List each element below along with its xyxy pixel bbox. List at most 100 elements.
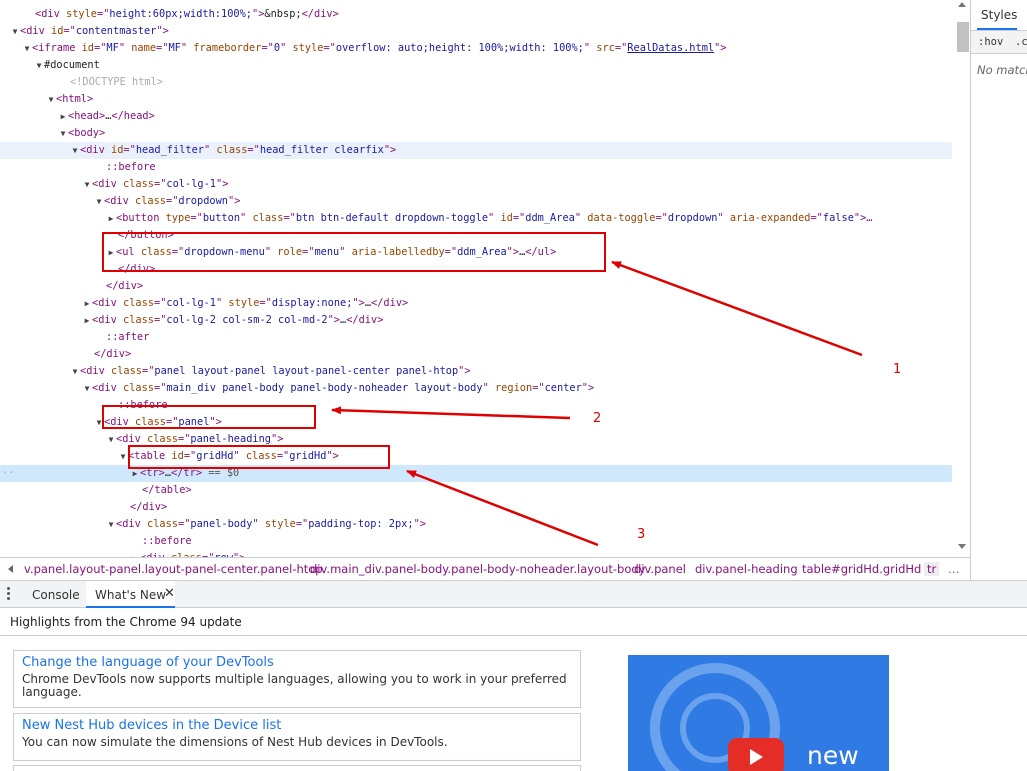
dom-node-row[interactable]: ▼ <body> xyxy=(0,125,952,142)
expand-down-icon[interactable]: ▼ xyxy=(10,23,20,40)
dom-node-row[interactable]: ▶ <div class="col-lg-2 col-sm-2 col-md-2"… xyxy=(0,312,952,329)
styles-pane: Styles :hov .c No match xyxy=(957,0,1027,580)
dom-node-row[interactable]: ::after xyxy=(0,329,952,346)
cls-toggle[interactable]: .c xyxy=(1015,36,1027,48)
scroll-down-arrow-icon[interactable] xyxy=(958,544,966,549)
breadcrumb-item[interactable]: tr xyxy=(924,562,940,576)
dom-node-row[interactable]: </div> xyxy=(0,346,952,363)
dom-node-row[interactable]: ▼ <div class="panel"> xyxy=(0,414,952,431)
card-title[interactable]: New Nest Hub devices in the Device list xyxy=(22,717,572,734)
expand-down-icon[interactable]: ▼ xyxy=(106,431,116,448)
expand-down-icon[interactable]: ▼ xyxy=(46,91,56,108)
dom-node-row[interactable]: </div> xyxy=(0,278,952,295)
node-token-link[interactable]: RealDatas.html xyxy=(627,42,714,54)
expand-down-icon[interactable]: ▼ xyxy=(22,40,32,57)
tab-styles[interactable]: Styles xyxy=(971,0,1027,30)
whats-new-video-thumbnail[interactable]: new xyxy=(628,655,889,771)
node-token-an: class xyxy=(245,450,277,462)
node-token-tag: =" xyxy=(259,297,272,309)
expand-right-icon[interactable]: ▶ xyxy=(130,465,140,482)
node-token-tag: =" xyxy=(532,382,545,394)
scroll-up-arrow-icon[interactable] xyxy=(958,2,966,7)
whats-new-card-language[interactable]: Change the language of your DevTools Chr… xyxy=(13,650,581,708)
expand-right-icon[interactable]: ▶ xyxy=(130,550,140,557)
expand-right-icon[interactable]: ▶ xyxy=(106,210,116,227)
node-token-av: dropdown xyxy=(667,212,718,224)
hov-toggle[interactable]: :hov xyxy=(978,36,1003,48)
dom-node-row[interactable]: ▼ <div class="col-lg-1"> xyxy=(0,176,952,193)
expand-down-icon[interactable]: ▼ xyxy=(106,516,116,533)
node-token-tag: <div xyxy=(92,382,123,394)
dom-node-row[interactable]: ▼ <div class="panel layout-panel layout-p… xyxy=(0,363,952,380)
expand-right-icon[interactable]: ▶ xyxy=(106,244,116,261)
breadcrumb-more-button[interactable]: … xyxy=(948,562,960,576)
dom-node-row[interactable]: </button> xyxy=(0,227,952,244)
elements-scrollbar[interactable] xyxy=(955,0,969,557)
whats-new-card-next[interactable] xyxy=(13,765,581,771)
expand-down-icon[interactable]: ▼ xyxy=(70,142,80,159)
dom-node-row[interactable]: ▶ <div class="col-lg-1" style="display:no… xyxy=(0,295,952,312)
node-token-an: id xyxy=(111,144,124,156)
dom-node-row[interactable]: ▶<div class="row"> xyxy=(0,550,952,557)
node-token-an: style xyxy=(264,518,296,530)
dom-node-row[interactable]: </table> xyxy=(0,482,952,499)
node-token-tag: "> xyxy=(216,178,229,190)
elements-scroll-thumb[interactable] xyxy=(957,22,969,52)
expand-right-icon[interactable]: ▶ xyxy=(82,312,92,329)
node-token-an: style xyxy=(228,297,260,309)
whats-new-card-nest-hub[interactable]: New Nest Hub devices in the Device list … xyxy=(13,713,581,761)
breadcrumb-item[interactable]: div.main_div.panel-body.panel-body-nohea… xyxy=(310,562,645,576)
dom-node-row[interactable]: ▼ <table id="gridHd" class="gridHd"> xyxy=(0,448,952,465)
breadcrumb-item[interactable]: div.panel-heading xyxy=(695,562,798,576)
tab-console[interactable]: Console xyxy=(32,588,80,602)
dom-node-row[interactable]: <div style="height:60px;width:100%;">&nb… xyxy=(0,6,952,23)
dom-node-row[interactable]: </div> xyxy=(0,499,952,516)
dom-node-row[interactable]: ▼ <div class="main_div panel-body panel-b… xyxy=(0,380,952,397)
node-token-tag: =" xyxy=(123,144,136,156)
breadcrumb-item[interactable]: div.panel xyxy=(634,562,686,576)
dom-node-row[interactable]: ▶ <head>…</head> xyxy=(0,108,952,125)
tab-whats-new[interactable]: What's New xyxy=(86,581,176,608)
expand-down-icon[interactable]: ▼ xyxy=(94,414,104,431)
breadcrumb-item[interactable]: table#gridHd.gridHd xyxy=(802,562,921,576)
dom-node-row[interactable]: ·· ▶ <tr>…</tr> == $0 xyxy=(0,465,952,482)
dom-node-row[interactable]: ▼ <div id="head_filter" class="head_filte… xyxy=(0,142,952,159)
drawer-menu-icon[interactable] xyxy=(6,587,10,601)
drawer-scrollbar[interactable] xyxy=(1013,637,1027,771)
dom-node-row[interactable]: ▼ <div class="panel-heading"> xyxy=(0,431,952,448)
expand-down-icon[interactable]: ▼ xyxy=(94,193,104,210)
node-token-an: id xyxy=(500,212,513,224)
dom-node-row[interactable]: </div> xyxy=(0,261,952,278)
breadcrumb-item[interactable]: v.panel.layout-panel.layout-panel-center… xyxy=(24,562,323,576)
expand-down-icon[interactable]: ▼ xyxy=(70,363,80,380)
dom-node-row[interactable]: ::before xyxy=(0,533,952,550)
dom-node-row[interactable]: ▼ <div class="panel-body" style="padding-… xyxy=(0,516,952,533)
dom-node-row[interactable]: ▼ <html> xyxy=(0,91,952,108)
dom-node-row[interactable]: ▼ <div class="dropdown"> xyxy=(0,193,952,210)
dom-node-row[interactable]: <!DOCTYPE html> xyxy=(0,74,952,91)
node-token-tag: =" xyxy=(302,246,315,258)
elements-tree[interactable]: <div style="height:60px;width:100%;">&nb… xyxy=(0,0,955,557)
expand-down-icon[interactable]: ▼ xyxy=(58,125,68,142)
dom-node-row[interactable]: ::before xyxy=(0,397,952,414)
node-actions-icon[interactable]: ·· xyxy=(2,465,14,482)
node-token-tag: <div xyxy=(92,178,123,190)
node-token-an: data-toggle xyxy=(587,212,656,224)
expand-down-icon[interactable]: ▼ xyxy=(34,57,44,74)
dom-node-row[interactable]: ▼ <iframe id="MF" name="MF" frameborder="… xyxy=(0,40,952,57)
card-title[interactable]: Change the language of your DevTools xyxy=(22,654,572,671)
node-token-comment: <!DOCTYPE html> xyxy=(70,76,163,88)
expand-right-icon[interactable]: ▶ xyxy=(58,108,68,125)
dom-node-row[interactable]: ▼ <div id="contentmaster"> xyxy=(0,23,952,40)
expand-right-icon[interactable]: ▶ xyxy=(82,295,92,312)
expand-down-icon[interactable]: ▼ xyxy=(82,380,92,397)
expand-down-icon[interactable]: ▼ xyxy=(82,176,92,193)
dom-node-row[interactable]: ▼ #document xyxy=(0,57,952,74)
close-icon[interactable]: ✕ xyxy=(164,586,175,601)
dom-node-row[interactable]: ▶ <ul class="dropdown-menu" role="menu" a… xyxy=(0,244,952,261)
play-icon[interactable] xyxy=(728,738,784,771)
dom-node-row[interactable]: ::before xyxy=(0,159,952,176)
breadcrumb-scroll-left-icon[interactable] xyxy=(8,565,13,573)
expand-down-icon[interactable]: ▼ xyxy=(118,448,128,465)
dom-node-row[interactable]: ▶ <button type="button" class="btn btn-de… xyxy=(0,210,952,227)
